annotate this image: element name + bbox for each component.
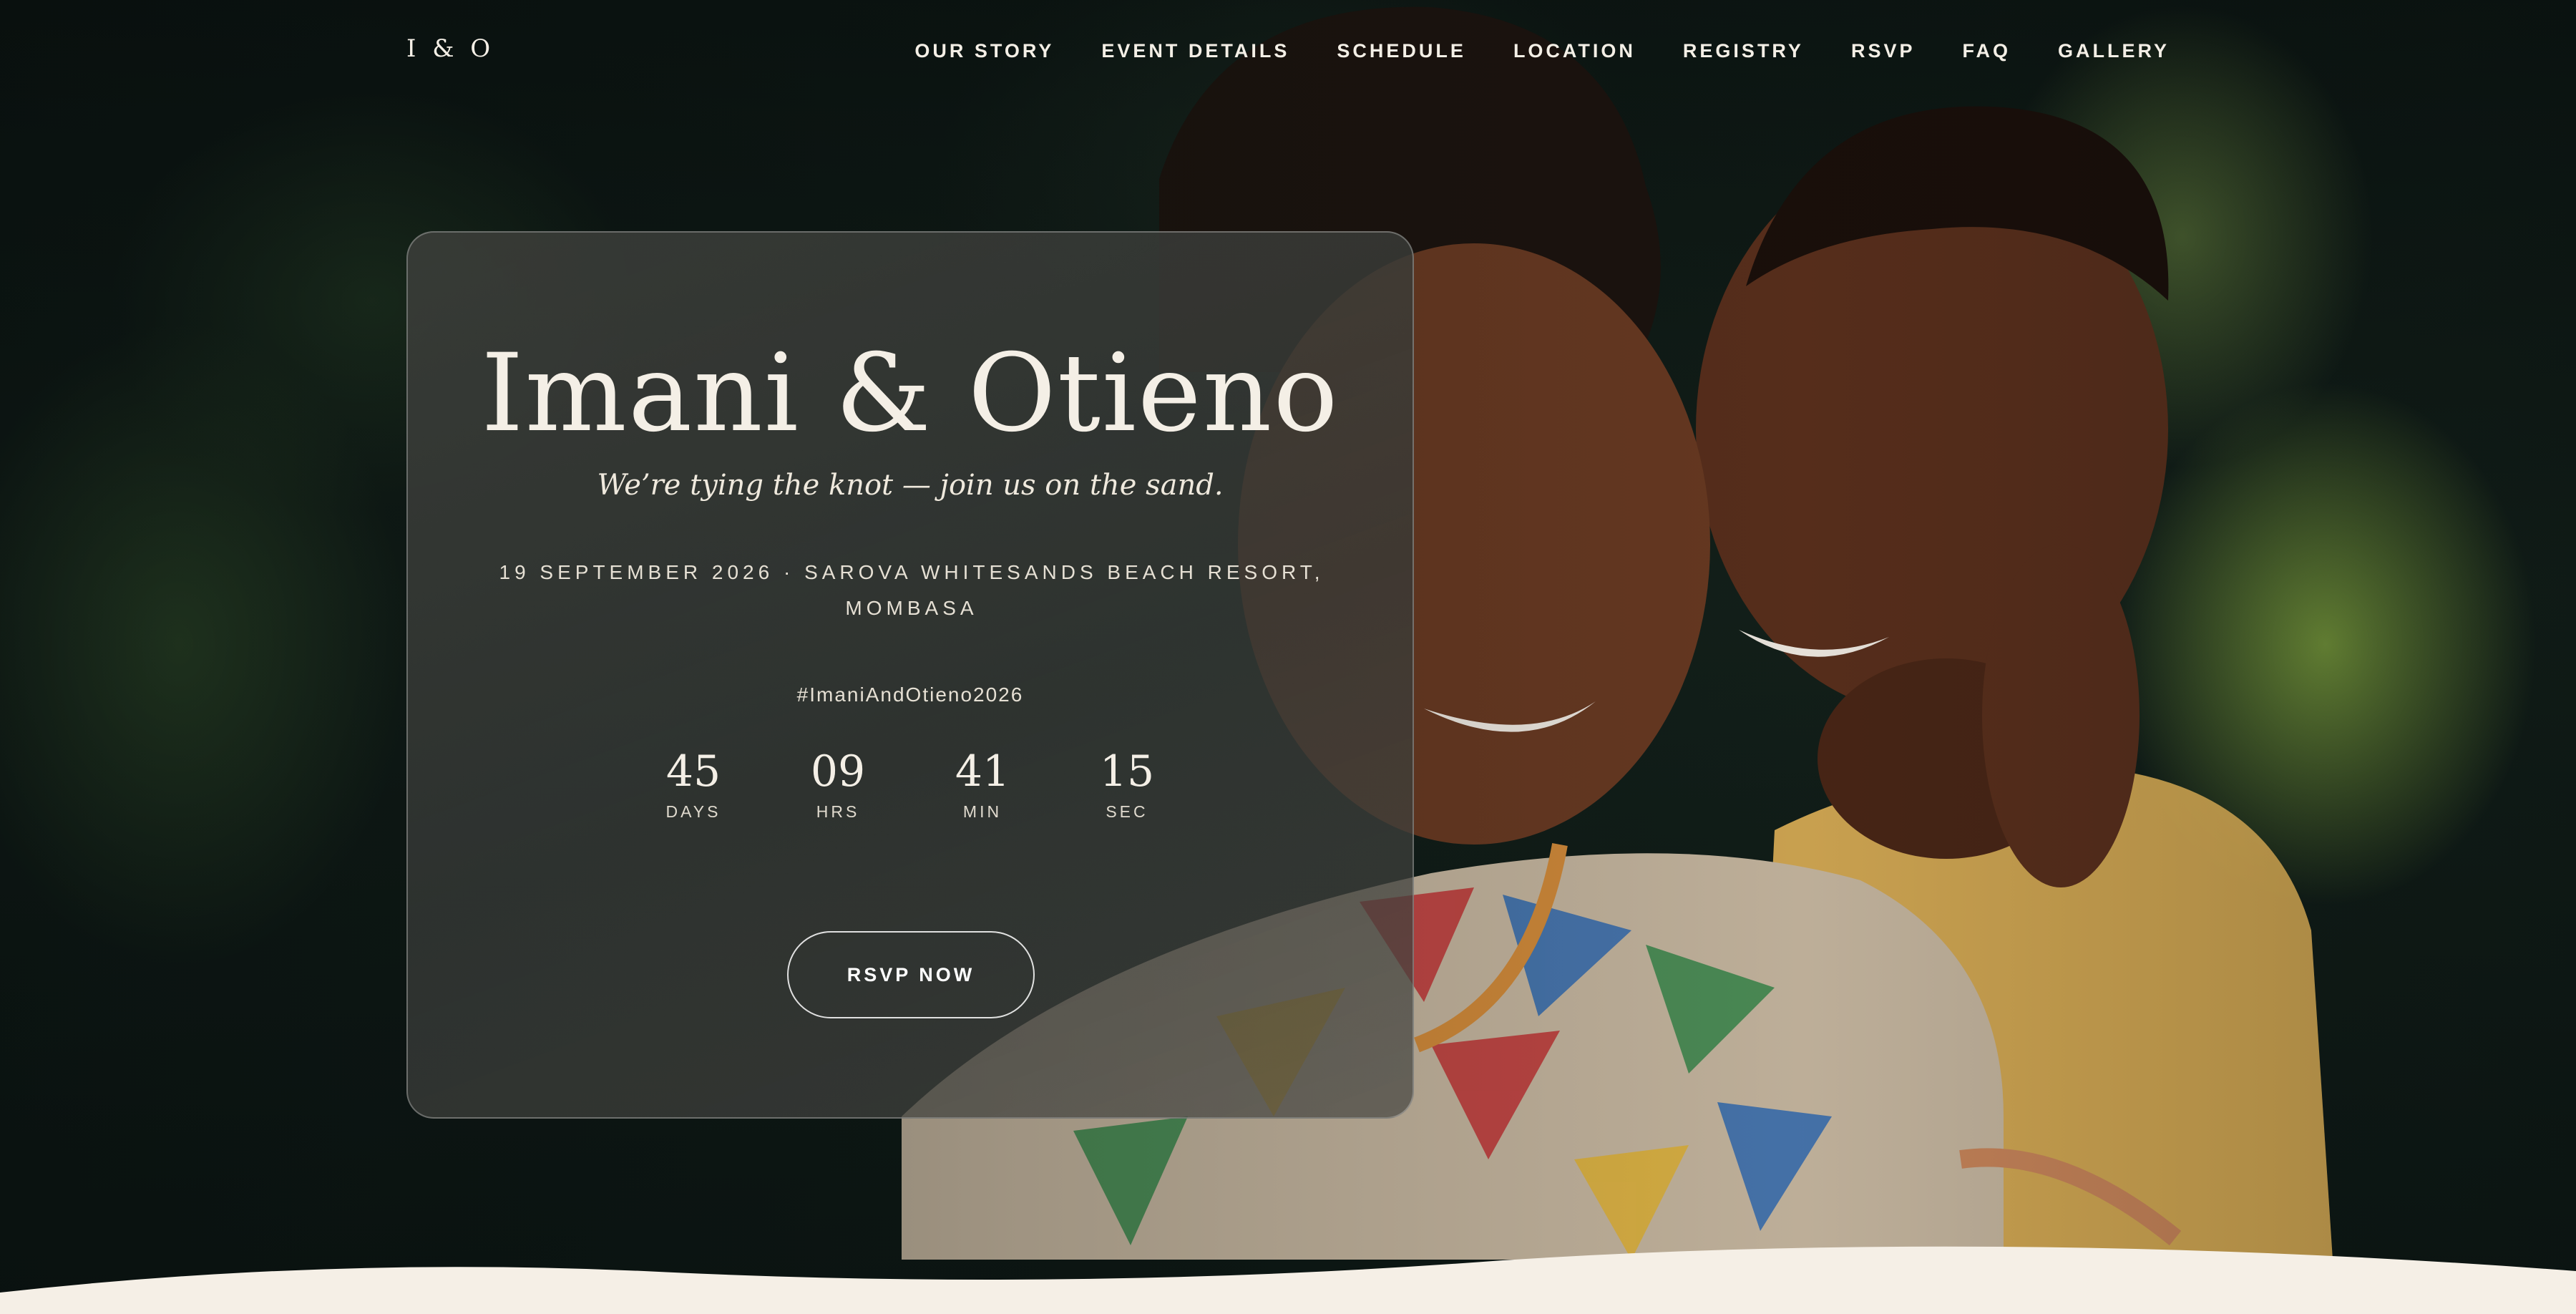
nav-item-event-details[interactable]: EVENT DETAILS xyxy=(1101,40,1289,62)
nav-item-registry[interactable]: REGISTRY xyxy=(1683,40,1804,62)
nav-item-location[interactable]: LOCATION xyxy=(1513,40,1636,62)
countdown-days: 45 DAYS xyxy=(621,748,766,822)
countdown-days-value: 45 xyxy=(665,746,721,797)
rsvp-now-button[interactable]: RSVP NOW xyxy=(787,931,1035,1018)
hero-card: Imani & Otieno We’re tying the knot — jo… xyxy=(406,231,1414,1119)
countdown-hours-label: HRS xyxy=(816,802,860,821)
wedding-hashtag: #ImaniAndOtieno2026 xyxy=(796,683,1024,706)
nav-item-schedule[interactable]: SCHEDULE xyxy=(1337,40,1466,62)
countdown-seconds-label: SEC xyxy=(1106,802,1148,821)
countdown-timer: 45 DAYS 09 HRS 41 MIN 15 SEC xyxy=(408,748,1413,822)
top-nav: I & O OUR STORY EVENT DETAILS SCHEDULE L… xyxy=(0,0,2576,107)
countdown-hours: 09 HRS xyxy=(766,748,910,822)
couple-names-title: Imani & Otieno xyxy=(481,331,1340,456)
countdown-minutes-label: MIN xyxy=(962,802,1002,821)
wave-divider xyxy=(0,1246,2576,1314)
countdown-hours-value: 09 xyxy=(810,746,866,797)
nav-menu: OUR STORY EVENT DETAILS SCHEDULE LOCATIO… xyxy=(867,40,2170,62)
countdown-minutes: 41 MIN xyxy=(910,748,1055,822)
logo-monogram[interactable]: I & O xyxy=(406,34,494,63)
nav-item-rsvp[interactable]: RSVP xyxy=(1851,40,1916,62)
hero-section: I & O OUR STORY EVENT DETAILS SCHEDULE L… xyxy=(0,0,2576,1314)
countdown-seconds: 15 SEC xyxy=(1055,748,1199,822)
event-date-venue: 19 SEPTEMBER 2026 · SAROVA WHITESANDS BE… xyxy=(499,561,1324,619)
tagline: We’re tying the knot — join us on the sa… xyxy=(597,469,1224,502)
nav-item-our-story[interactable]: OUR STORY xyxy=(914,40,1054,62)
countdown-minutes-value: 41 xyxy=(955,746,1010,797)
countdown-seconds-value: 15 xyxy=(1099,746,1155,797)
nav-item-gallery[interactable]: GALLERY xyxy=(2058,40,2170,62)
countdown-days-label: DAYS xyxy=(665,802,721,821)
nav-item-faq[interactable]: FAQ xyxy=(1962,40,2011,62)
